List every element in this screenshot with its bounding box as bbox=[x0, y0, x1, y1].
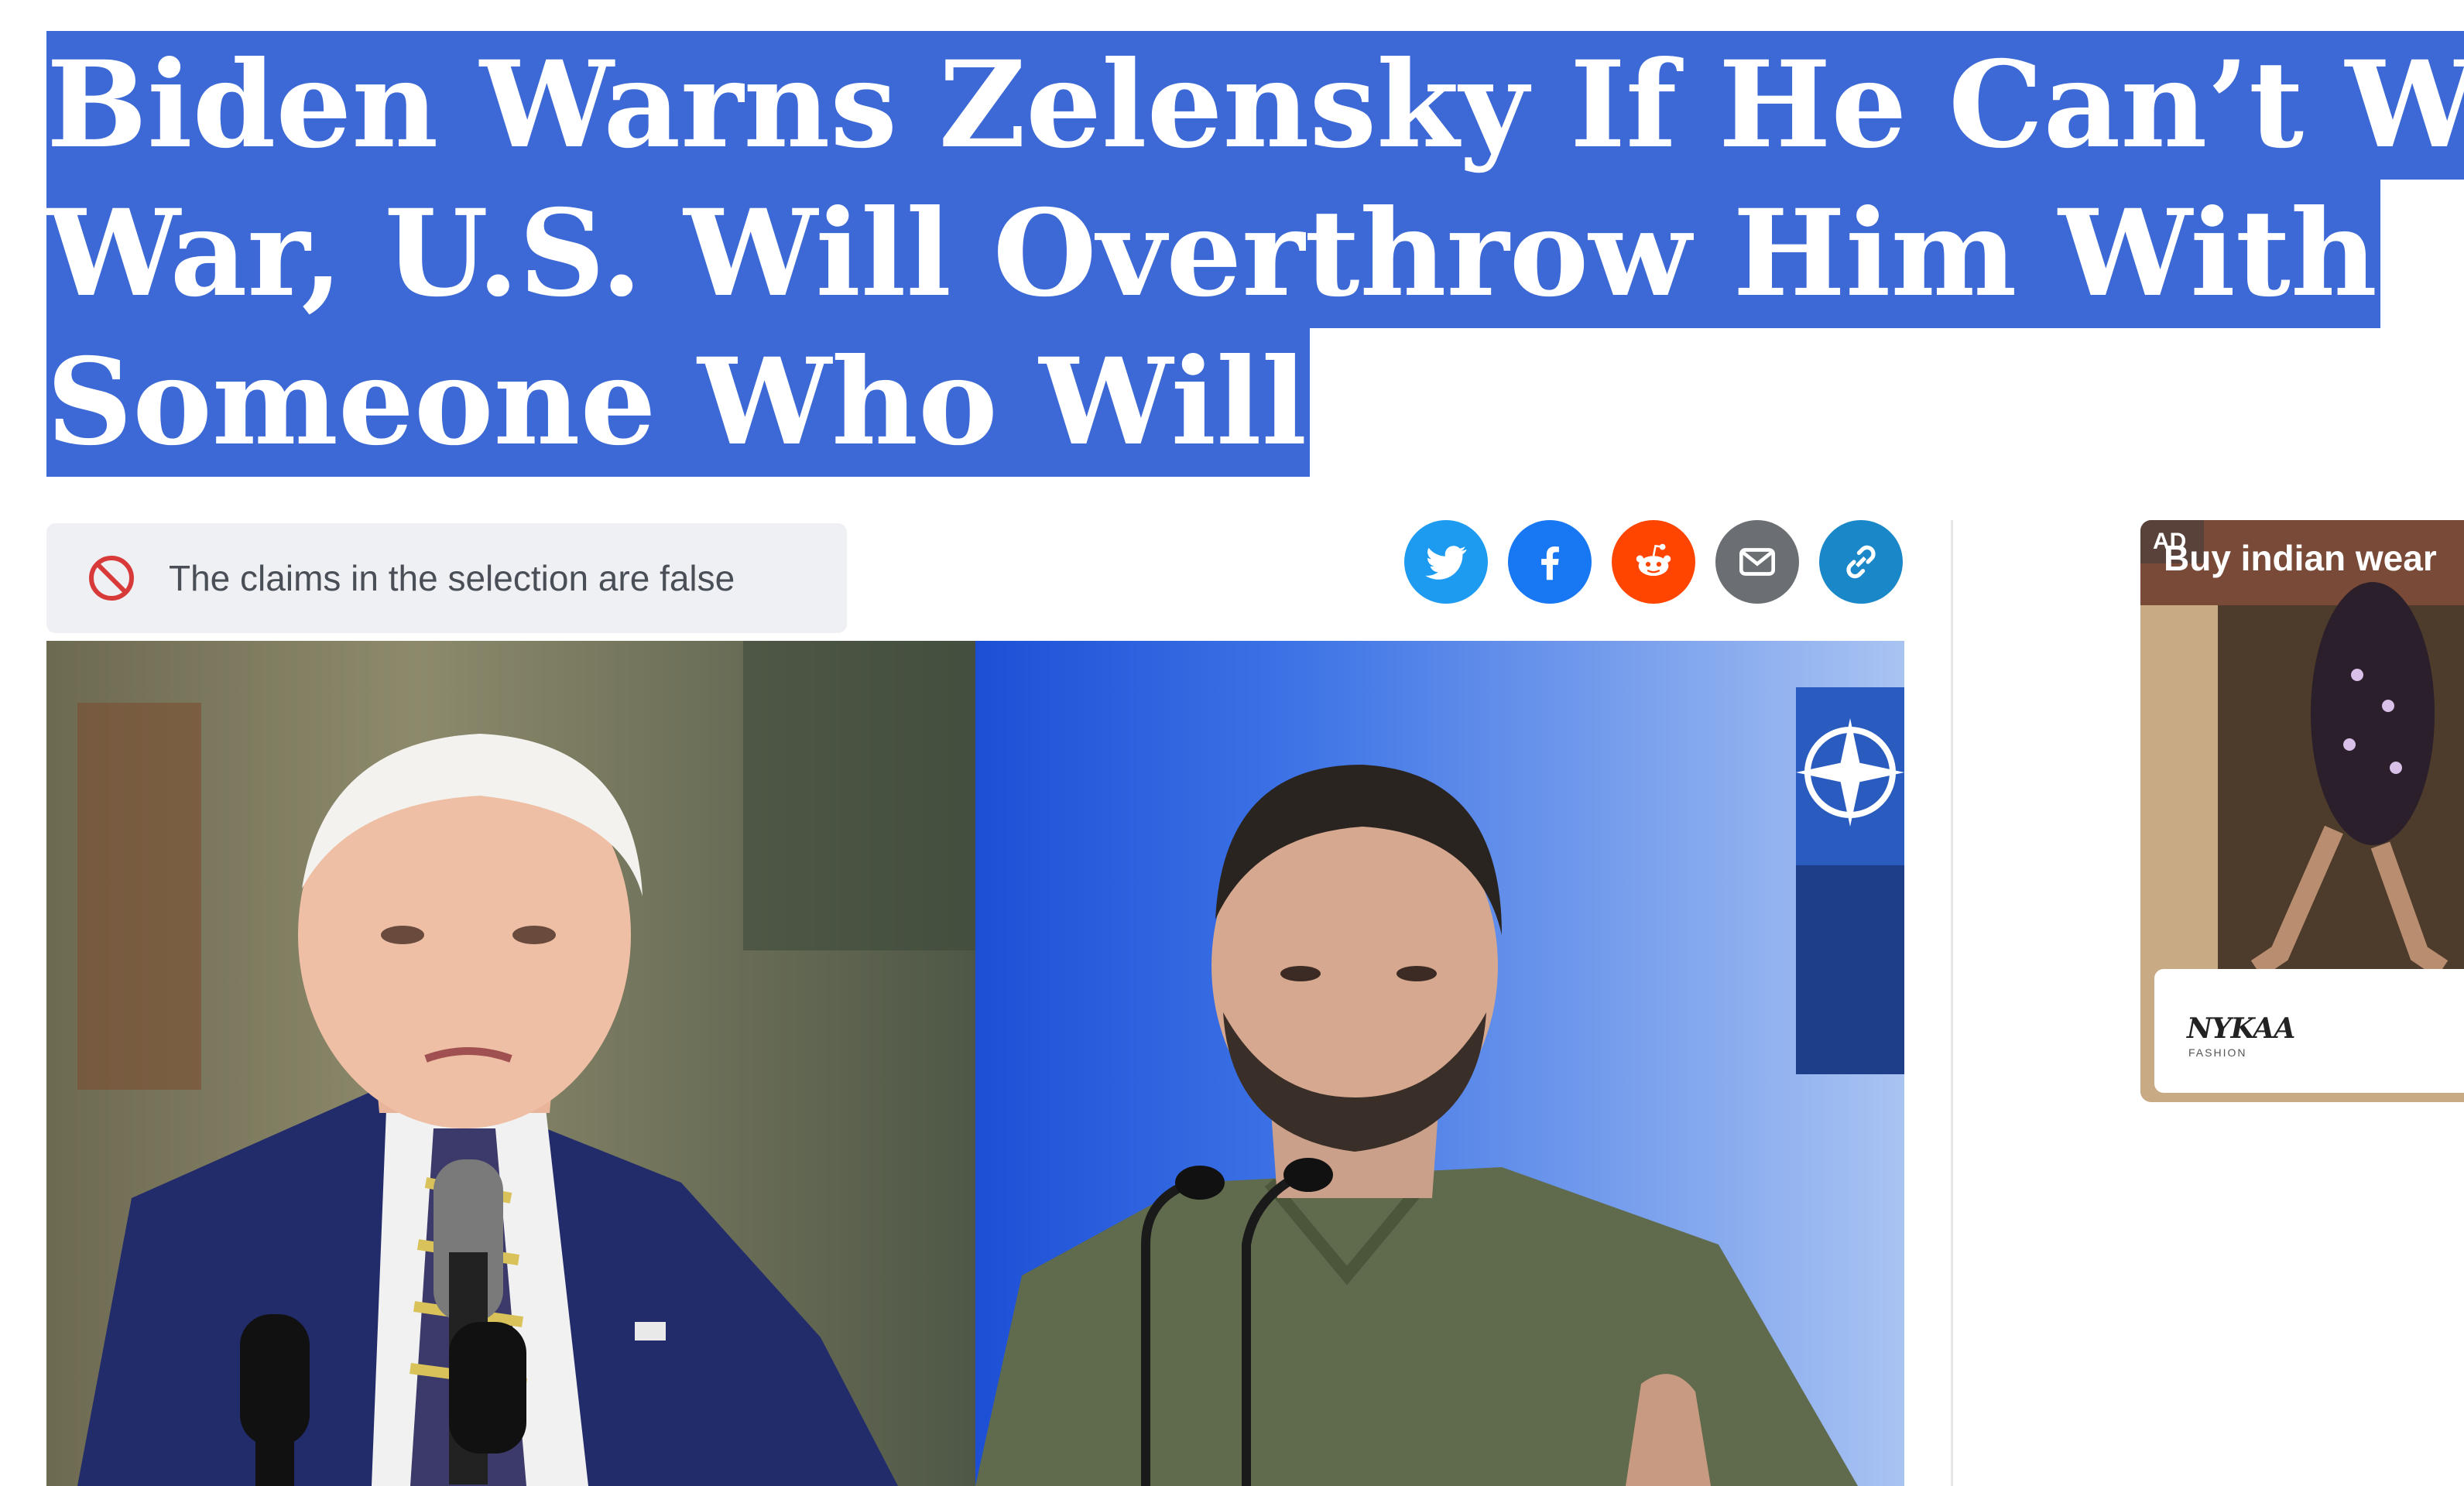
reddit-icon bbox=[1636, 543, 1671, 577]
prohibited-icon bbox=[89, 556, 134, 601]
twitter-icon bbox=[1425, 546, 1467, 580]
copy-link-button[interactable] bbox=[1819, 520, 1903, 604]
sidebar-ad[interactable]: AD Buy indian wear NYKAA FASHION bbox=[2140, 520, 2464, 1102]
headline: Biden Warns Zelensky If He Can’t Win War… bbox=[46, 31, 2464, 477]
article-page: Biden Warns Zelensky If He Can’t Win War… bbox=[0, 0, 2464, 1486]
biden-photo bbox=[46, 641, 975, 1486]
zelensky-photo bbox=[975, 641, 1904, 1486]
fact-check-claim: The claims in the selection are false bbox=[46, 523, 847, 633]
share-bar bbox=[1404, 520, 1903, 604]
twitter-share-button[interactable] bbox=[1404, 520, 1488, 604]
link-icon bbox=[1846, 545, 1876, 579]
ad-brand-sub: FASHION bbox=[2188, 1046, 2247, 1059]
claim-text: The claims in the selection are false bbox=[169, 558, 735, 598]
hero-image bbox=[46, 641, 1904, 1486]
column-divider bbox=[1951, 520, 1953, 1486]
ad-brand-logo: NYKAA bbox=[2187, 1012, 2295, 1045]
headline-line-3: Someone Who Will bbox=[46, 328, 1311, 477]
ad-brand-card[interactable]: NYKAA FASHION bbox=[2154, 969, 2464, 1093]
facebook-icon bbox=[1541, 546, 1559, 580]
facebook-share-button[interactable] bbox=[1508, 520, 1592, 604]
hero-photo-collage bbox=[46, 641, 1904, 1486]
reddit-share-button[interactable] bbox=[1612, 520, 1695, 604]
ad-title[interactable]: Buy indian wear bbox=[2164, 537, 2437, 579]
email-share-button[interactable] bbox=[1715, 520, 1799, 604]
email-icon bbox=[1739, 548, 1775, 576]
headline-line-2: War, U.S. Will Overthrow Him With bbox=[46, 180, 2380, 328]
headline-line-1: Biden Warns Zelensky If He Can’t Win bbox=[46, 31, 2464, 180]
